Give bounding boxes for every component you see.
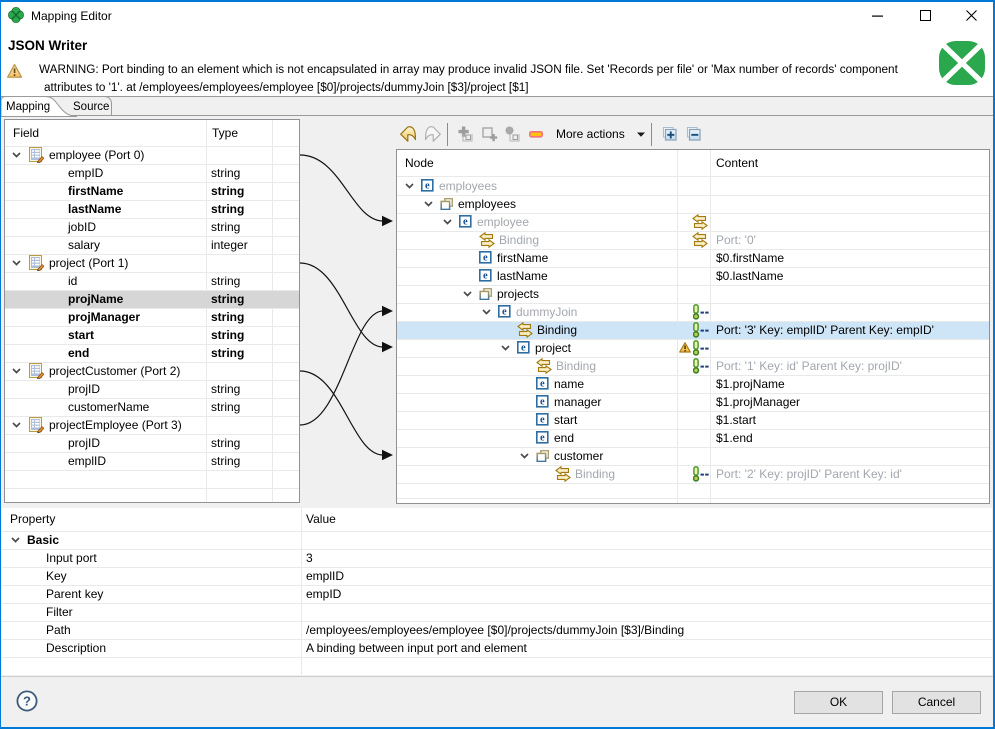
svg-text:e: e [540, 397, 545, 408]
svg-text:e: e [463, 217, 468, 228]
svg-text:e: e [540, 433, 545, 444]
svg-text:e: e [540, 415, 545, 426]
svg-text:e: e [521, 343, 526, 354]
svg-text:e: e [425, 181, 430, 192]
svg-text:?: ? [23, 694, 31, 709]
svg-text:e: e [502, 307, 507, 318]
svg-text:e: e [483, 271, 488, 282]
svg-text:e: e [540, 379, 545, 390]
svg-text:e: e [483, 253, 488, 264]
